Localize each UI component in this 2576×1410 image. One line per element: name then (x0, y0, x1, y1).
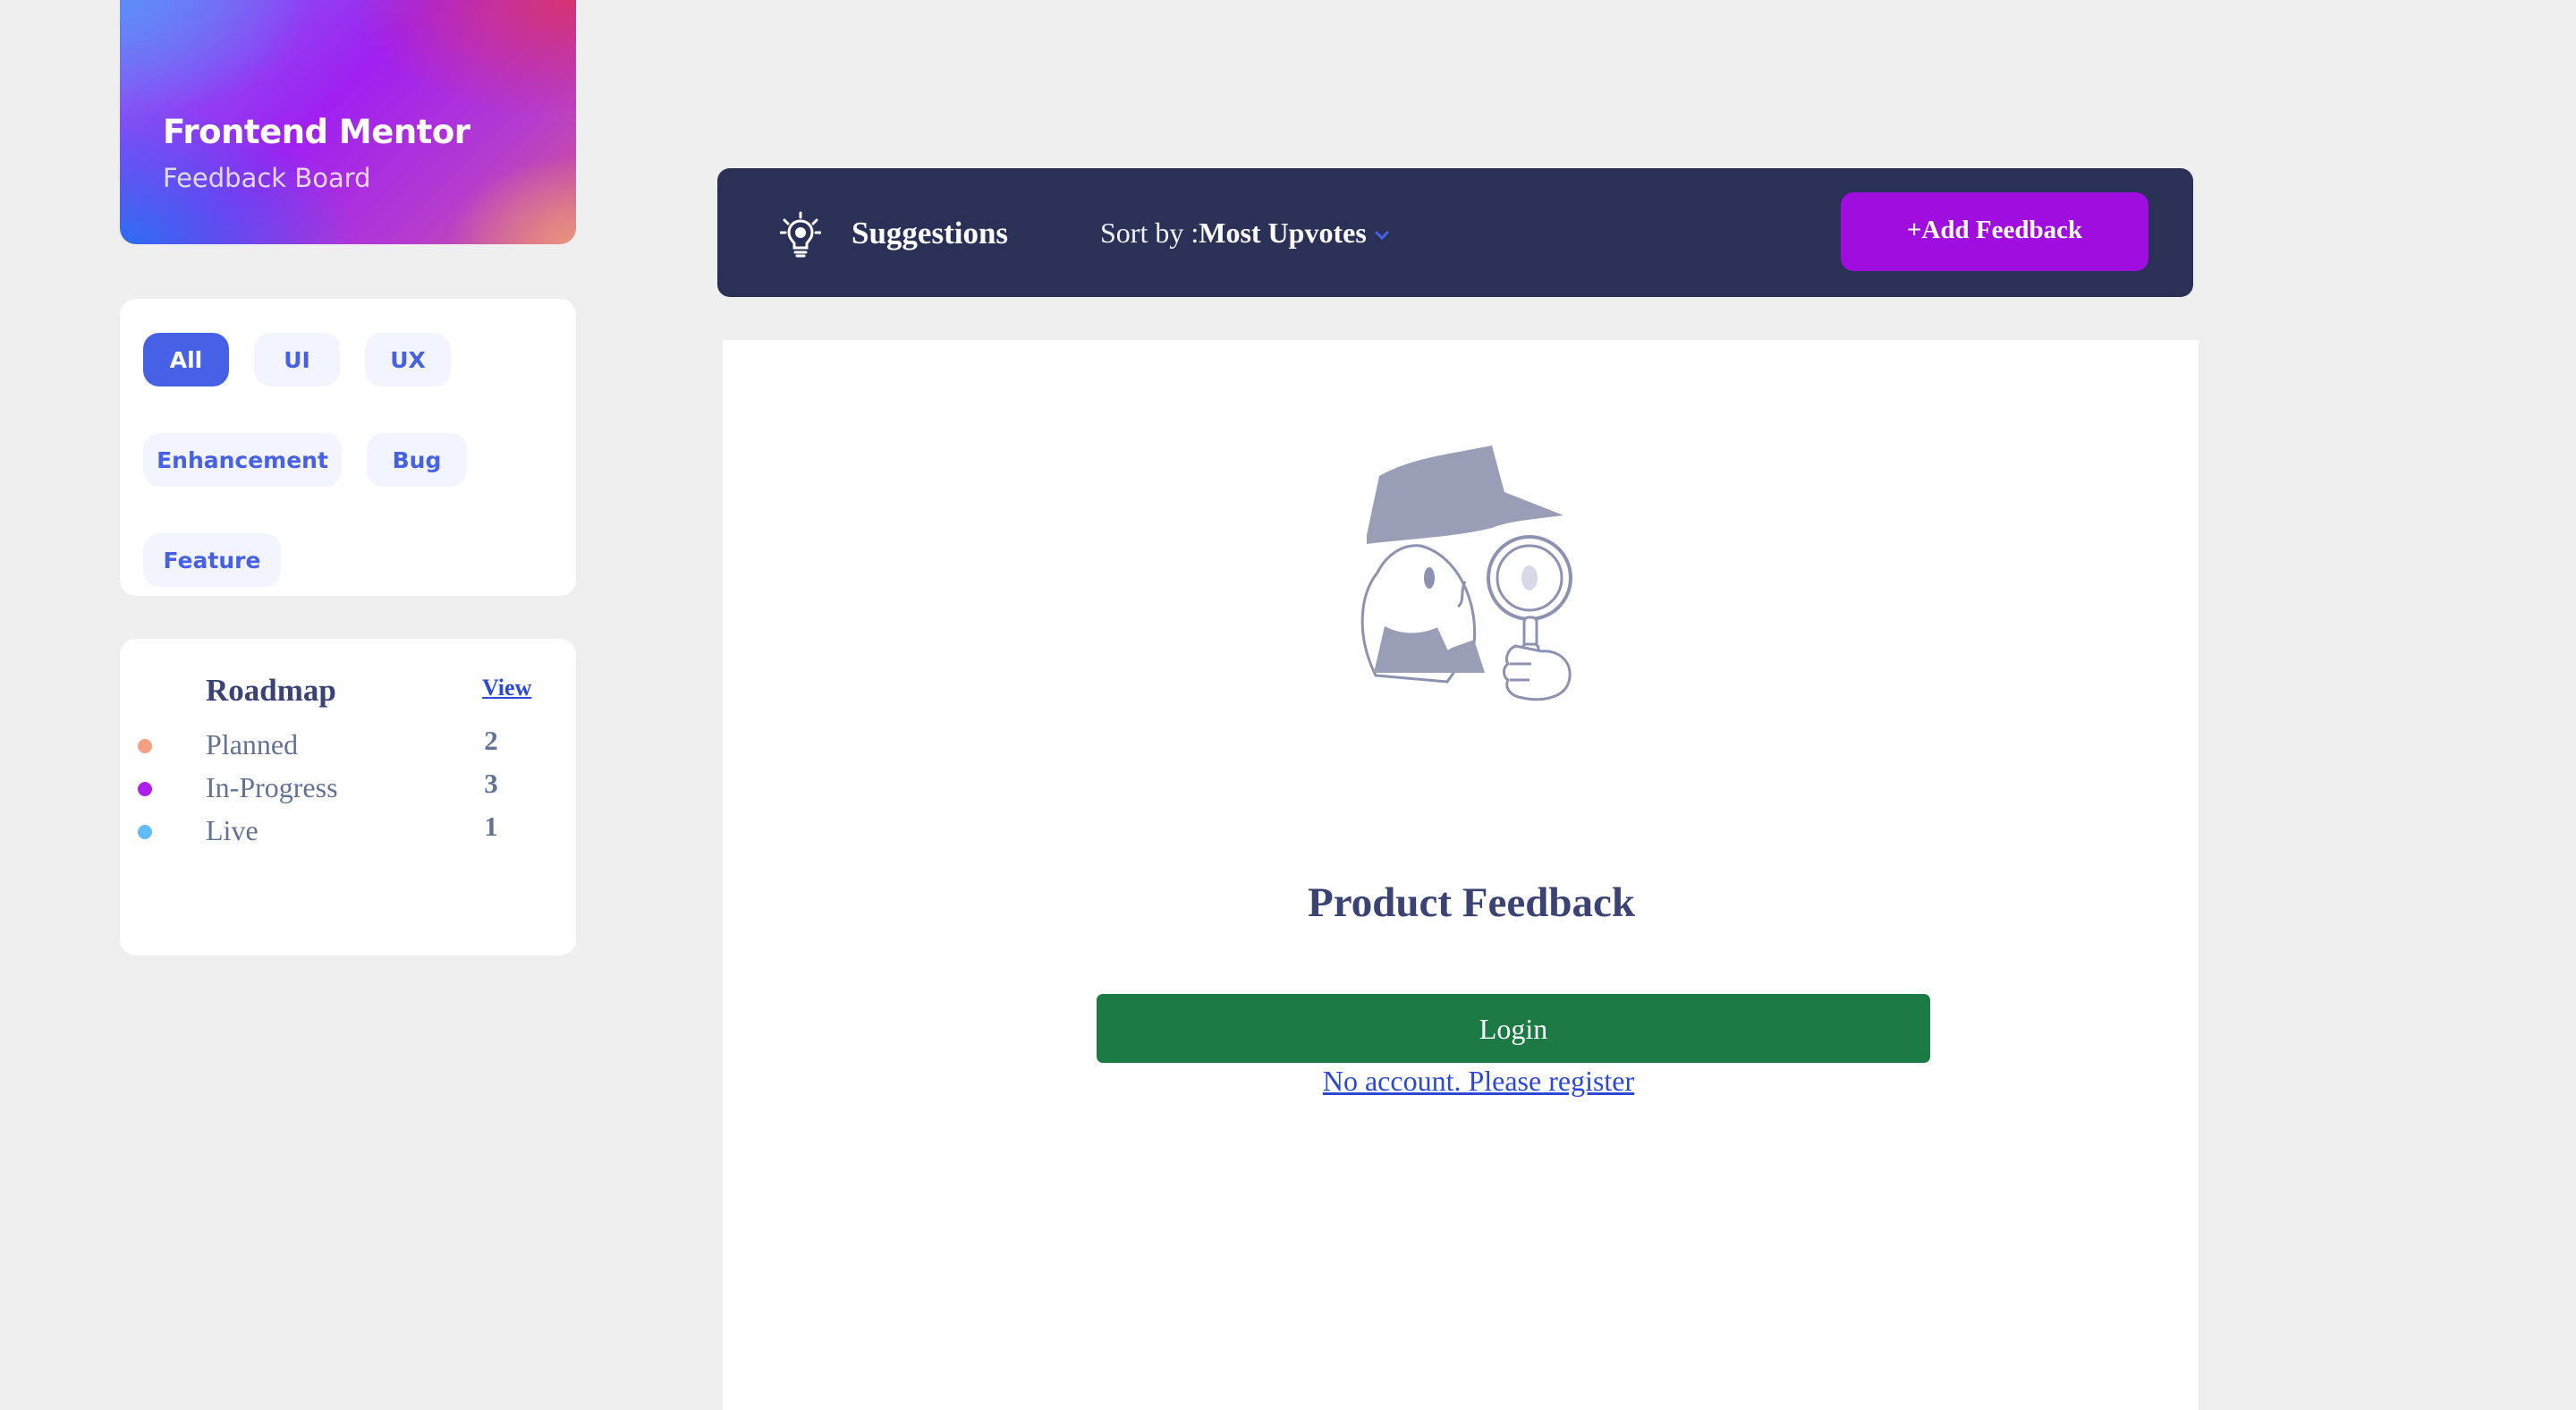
suggestions-title: Suggestions (852, 216, 1009, 251)
roadmap-item-label: In-Progress (206, 771, 338, 803)
page-title: Product Feedback (1308, 879, 1635, 926)
sort-dropdown[interactable]: Sort by : Most Upvotes (1100, 217, 1390, 250)
roadmap-card: Roadmap View Planned 2 In-Progress 3 Liv… (120, 639, 576, 956)
brand-subtitle: Feedback Board (163, 163, 371, 193)
brand-title: Frontend Mentor (163, 113, 470, 151)
sort-prefix: Sort by : (1100, 217, 1199, 249)
filter-chip-bug[interactable]: Bug (367, 433, 467, 487)
register-link[interactable]: No account. Please register (723, 1065, 2199, 1098)
detective-illustration (1360, 446, 1572, 701)
roadmap-item-count: 2 (484, 725, 498, 756)
suggestions-header-bar: Suggestions Sort by : Most Upvotes +Add … (717, 168, 2193, 297)
planned-status-dot (138, 739, 152, 753)
main-content-panel: Product Feedback Login No account. Pleas… (723, 340, 2199, 1410)
roadmap-item-count: 3 (484, 768, 498, 799)
brand-card: Frontend Mentor Feedback Board (120, 0, 576, 244)
login-button[interactable]: Login (1097, 994, 1930, 1063)
filter-chip-ux[interactable]: UX (365, 333, 451, 386)
filter-chip-ui[interactable]: UI (254, 333, 340, 386)
roadmap-item-label: Live (206, 814, 258, 846)
filter-chip-all[interactable]: All (143, 333, 229, 386)
sort-value: Most Upvotes (1199, 217, 1367, 249)
add-feedback-button[interactable]: +Add Feedback (1841, 192, 2148, 271)
chevron-down-icon (1374, 230, 1389, 240)
roadmap-view-link[interactable]: View (482, 675, 531, 701)
in-progress-status-dot (138, 782, 152, 796)
roadmap-item-planned: Planned 2 (120, 725, 576, 768)
filter-chip-enhancement[interactable]: Enhancement (143, 433, 342, 487)
category-filter-card: All UI UX Enhancement Bug Feature (120, 299, 576, 596)
live-status-dot (138, 825, 152, 839)
roadmap-item-in-progress: In-Progress 3 (120, 768, 576, 811)
roadmap-item-label: Planned (206, 728, 299, 760)
filter-chip-feature[interactable]: Feature (143, 533, 281, 587)
roadmap-item-count: 1 (484, 811, 498, 842)
roadmap-title: Roadmap (206, 673, 336, 708)
lightbulb-icon (780, 211, 821, 258)
roadmap-item-live: Live 1 (120, 811, 576, 854)
